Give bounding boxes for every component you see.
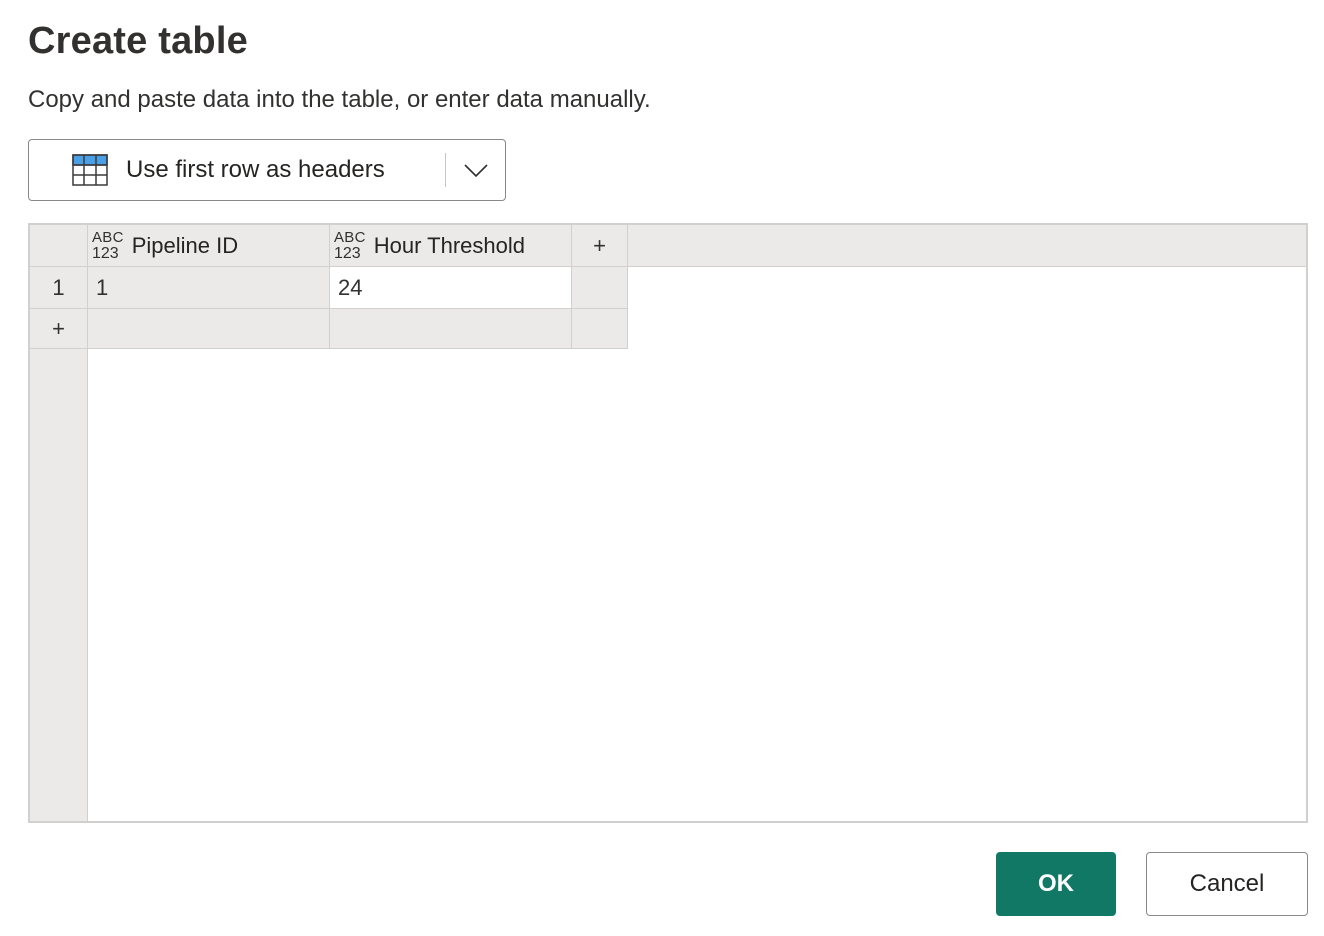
column-header-hour-threshold[interactable]: ABC 123 Hour Threshold xyxy=(330,225,572,267)
row-number-1: 1 xyxy=(30,267,88,309)
split-divider xyxy=(445,153,446,187)
new-row-cell[interactable] xyxy=(88,309,330,349)
new-row-cell[interactable] xyxy=(572,309,628,349)
ok-button[interactable]: OK xyxy=(996,852,1116,916)
dialog-title: Create table xyxy=(28,20,248,62)
empty-cell[interactable] xyxy=(572,267,628,309)
corner-cell xyxy=(30,225,88,267)
headers-button-label: Use first row as headers xyxy=(126,156,385,183)
plus-icon: + xyxy=(52,315,65,341)
any-type-icon[interactable]: ABC 123 xyxy=(92,229,124,262)
any-type-icon[interactable]: ABC 123 xyxy=(334,229,366,262)
dialog-subtitle: Copy and paste data into the table, or e… xyxy=(28,86,651,113)
table-header-icon xyxy=(72,154,108,186)
new-row-cell[interactable] xyxy=(330,309,572,349)
cell-pipeline-id[interactable]: 1 xyxy=(88,267,330,309)
add-column-button[interactable]: + xyxy=(572,225,628,267)
cancel-button[interactable]: Cancel xyxy=(1146,852,1308,916)
column-header-pipeline-id[interactable]: ABC 123 Pipeline ID xyxy=(88,225,330,267)
cell-hour-threshold[interactable]: 24 xyxy=(330,267,572,309)
use-first-row-as-headers-button[interactable]: Use first row as headers xyxy=(28,139,506,201)
chevron-down-icon[interactable] xyxy=(463,159,489,181)
column-header-label: Pipeline ID xyxy=(131,232,239,258)
plus-icon: + xyxy=(593,232,606,258)
column-header-label: Hour Threshold xyxy=(373,232,525,258)
add-row-button[interactable]: + xyxy=(30,309,88,349)
data-grid: ABC 123 Pipeline ID ABC 123 Hour Thresho… xyxy=(28,223,1308,823)
